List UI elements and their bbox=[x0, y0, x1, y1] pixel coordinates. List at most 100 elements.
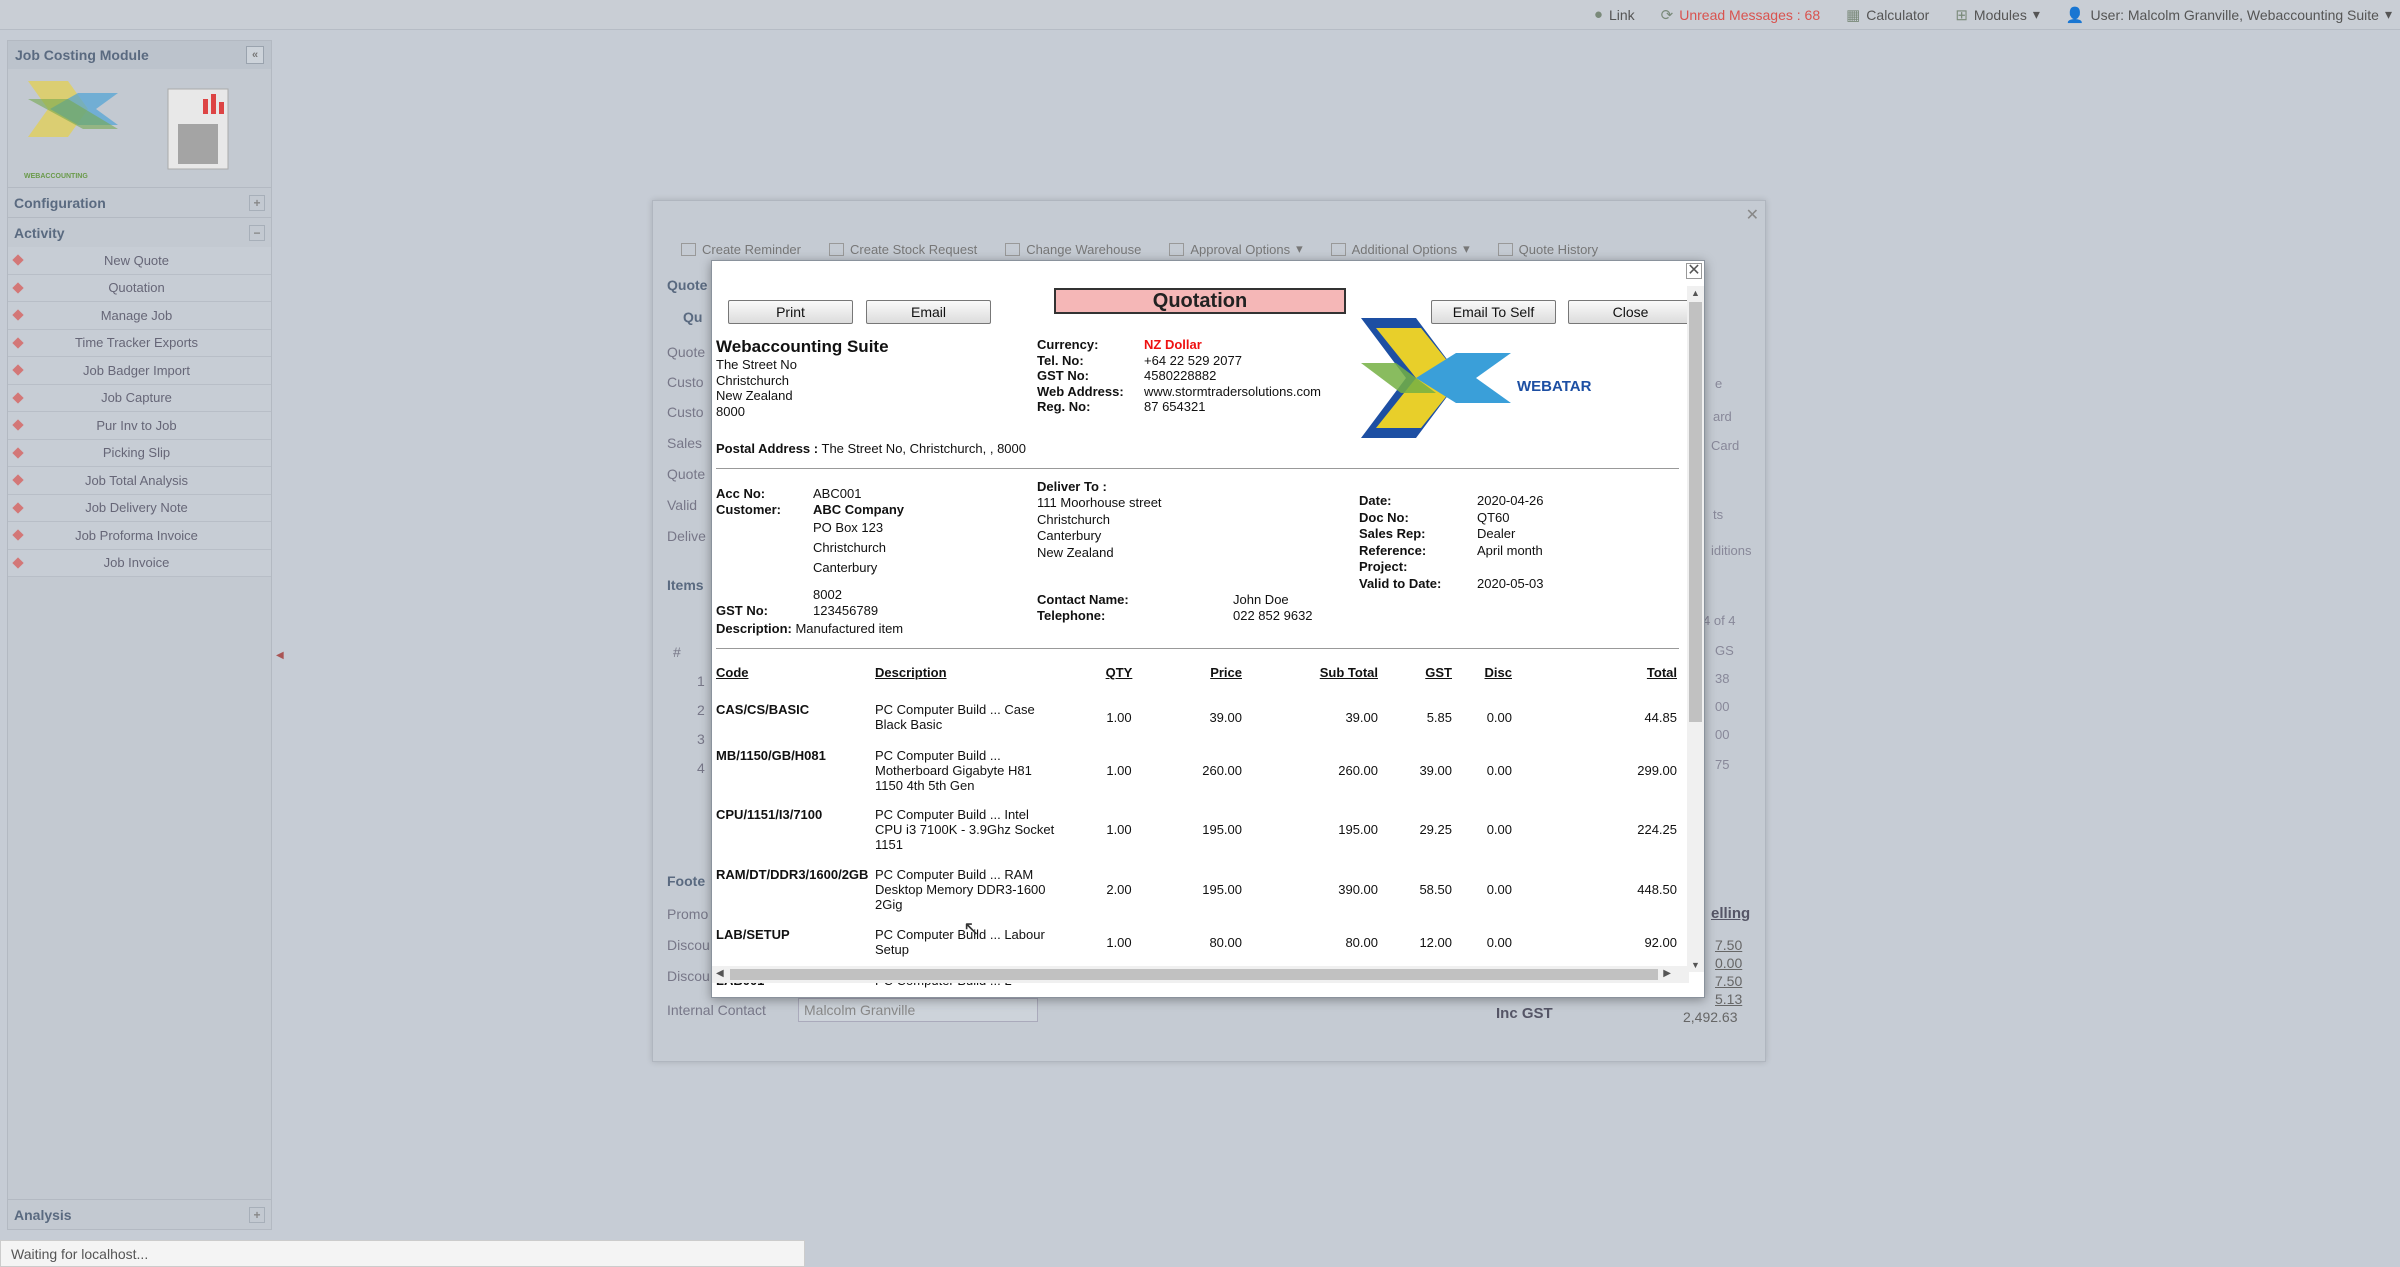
line-description-text: PC Computer Build ... bbox=[875, 748, 1001, 763]
description-value: Manufactured item bbox=[795, 621, 904, 636]
menu-item[interactable]: Time Tracker Exports bbox=[8, 329, 271, 357]
plus-icon[interactable]: + bbox=[249, 194, 265, 211]
user-menu[interactable]: 👤 User: Malcolm Granville, Webaccounting … bbox=[2066, 6, 2392, 24]
menu-item[interactable]: Job Total Analysis bbox=[8, 467, 271, 495]
grid-icon: ⊞ bbox=[1955, 6, 1968, 24]
toolbar-button[interactable]: Create Reminder bbox=[681, 242, 801, 257]
modal-close-icon[interactable]: ✕ bbox=[1686, 263, 1702, 279]
print-button[interactable]: Print bbox=[728, 300, 853, 324]
company-info-labels: Currency: Tel. No: GST No: Web Address: Reg.… bbox=[1037, 337, 1124, 415]
activity-header[interactable]: Activity − bbox=[8, 217, 271, 247]
menu-item[interactable]: Manage Job bbox=[8, 302, 271, 330]
customer-address: PO Box 123 Christchurch Canterbury bbox=[813, 518, 886, 578]
scroll-thumb[interactable] bbox=[730, 969, 1658, 980]
partial-field-text: 00 bbox=[1715, 727, 1730, 742]
user-label: User: Malcolm Granville, Webaccounting S… bbox=[2090, 6, 2379, 23]
acc-label: Acc No: bbox=[716, 486, 766, 501]
deliver-address-line: 111 Moorhouse street bbox=[1037, 495, 1162, 510]
toolbar-button[interactable]: Additional Options ▾ bbox=[1330, 241, 1470, 257]
menu-item-label: Quotation bbox=[108, 280, 165, 296]
link-item[interactable]: ● Link bbox=[1594, 6, 1635, 23]
close-icon[interactable]: ✕ bbox=[1746, 205, 1759, 225]
toolbar-button[interactable]: Quote History bbox=[1497, 242, 1598, 257]
line-description-text: Setup bbox=[875, 942, 909, 957]
collapse-button[interactable]: « bbox=[246, 46, 264, 64]
partial-field-text: Card bbox=[1711, 438, 1740, 453]
doc-label: Doc No: bbox=[1359, 509, 1409, 525]
customer-address-line: PO Box 123 bbox=[813, 520, 884, 535]
scroll-left-icon[interactable]: ◀ bbox=[716, 968, 724, 979]
doc-value: 2020-05-03 bbox=[1477, 575, 1544, 591]
line-code: MB/1150/GB/H081 bbox=[716, 748, 826, 763]
calculator-item[interactable]: ▦ Calculator bbox=[1846, 6, 1929, 24]
unread-messages[interactable]: ⟳ Unread Messages : 68 bbox=[1661, 6, 1820, 24]
toolbar-button[interactable]: Change Warehouse bbox=[1005, 242, 1141, 257]
menu-item-label: Job Total Analysis bbox=[84, 472, 189, 488]
scroll-up-icon[interactable]: ▲ bbox=[1691, 288, 1700, 298]
line-disc: 0.00 bbox=[1486, 763, 1512, 778]
menu-item[interactable]: Job Badger Import bbox=[8, 357, 271, 385]
form-label: Quote bbox=[667, 277, 708, 293]
toolbar-label: Approval Options bbox=[1190, 241, 1291, 257]
column-header: Description bbox=[875, 665, 947, 680]
info-label: Currency: bbox=[1037, 337, 1099, 352]
configuration-label: Configuration bbox=[14, 194, 106, 211]
scroll-right-icon[interactable]: ▶ bbox=[1663, 968, 1671, 979]
mouse-cursor-icon: ↖ bbox=[963, 918, 980, 940]
line-price: 195.00 bbox=[1202, 882, 1242, 897]
menu-item[interactable]: Job Invoice bbox=[8, 549, 271, 577]
customer-address-line: Christchurch bbox=[813, 540, 886, 555]
line-description-text: PC Computer Build ... Intel bbox=[875, 807, 1029, 822]
toolbar-button[interactable]: Create Stock Request bbox=[829, 242, 977, 257]
analysis-header[interactable]: Analysis + bbox=[8, 1199, 271, 1229]
line-total: 44.85 bbox=[1644, 709, 1677, 725]
scroll-down-icon[interactable]: ▼ bbox=[1691, 960, 1700, 970]
column-header: QTY bbox=[1105, 665, 1133, 680]
activity-menu: New Quote Quotation Manage Job Time Tracker… bbox=[8, 247, 271, 577]
toolbar-button[interactable]: Approval Options ▾ bbox=[1169, 241, 1303, 257]
modules-menu[interactable]: ⊞ Modules ▾ bbox=[1955, 6, 2040, 24]
menu-item[interactable]: Job Proforma Invoice bbox=[8, 522, 271, 550]
left-panel: Job Costing Module « WEBACCOUNTING Confi… bbox=[7, 40, 272, 1230]
telephone-value: 022 852 9632 bbox=[1233, 608, 1313, 623]
quotation-preview-modal: Print Email Quotation Email To Self Clos… bbox=[711, 260, 1705, 998]
email-button[interactable]: Email bbox=[866, 300, 991, 324]
doc-label: Reference: bbox=[1359, 542, 1427, 558]
line-gst: 29.25 bbox=[1419, 822, 1452, 837]
item-row-number: 3 bbox=[697, 731, 705, 747]
menu-item[interactable]: Quotation bbox=[8, 274, 271, 302]
vertical-scrollbar[interactable]: ▲ ▼ bbox=[1687, 286, 1704, 972]
menu-item[interactable]: Picking Slip bbox=[8, 439, 271, 467]
menu-item[interactable]: New Quote bbox=[8, 247, 271, 275]
line-code: CAS/CS/BASIC bbox=[716, 702, 810, 717]
menu-item-label: New Quote bbox=[103, 252, 170, 268]
configuration-header[interactable]: Configuration + bbox=[8, 187, 271, 217]
menu-item[interactable]: Job Capture bbox=[8, 384, 271, 412]
form-label: Quote bbox=[667, 344, 706, 360]
brand-name: WEBATAR bbox=[1517, 378, 1592, 395]
menu-item-label: Job Proforma Invoice bbox=[75, 527, 198, 543]
line-description-text: 1150 4th 5th Gen bbox=[875, 778, 975, 793]
line-description-text: PC Computer Build ... Case bbox=[875, 702, 1035, 717]
doc-value: 2020-04-26 bbox=[1477, 493, 1544, 508]
panel-splitter-handle[interactable]: ◀ bbox=[276, 650, 284, 661]
currency-value: NZ Dollar bbox=[1144, 337, 1202, 352]
minus-icon[interactable]: − bbox=[249, 224, 265, 241]
horizontal-scrollbar[interactable]: ◀ ▶ bbox=[712, 966, 1689, 983]
doc-label: Valid to Date: bbox=[1359, 575, 1442, 591]
gst-value: 123456789 bbox=[813, 603, 879, 618]
line-gst: 12.00 bbox=[1419, 934, 1452, 950]
unread-label: Unread Messages : 68 bbox=[1679, 6, 1821, 23]
logo-graphic bbox=[28, 81, 229, 170]
menu-item[interactable]: Pur Inv to Job bbox=[8, 412, 271, 440]
partial-field-text: 75 bbox=[1715, 757, 1730, 772]
internal-contact-select[interactable]: Malcolm Granville bbox=[798, 998, 1038, 1022]
line-code: LAB/SETUP bbox=[716, 927, 790, 942]
line-price: 80.00 bbox=[1209, 934, 1242, 950]
scroll-thumb[interactable] bbox=[1689, 302, 1702, 722]
line-total: 448.50 bbox=[1637, 882, 1677, 897]
partial-field-text: ard bbox=[1713, 409, 1732, 424]
footer-label: Promo bbox=[667, 906, 709, 922]
menu-item[interactable]: Job Delivery Note bbox=[8, 494, 271, 522]
plus-icon[interactable]: + bbox=[249, 1206, 265, 1223]
